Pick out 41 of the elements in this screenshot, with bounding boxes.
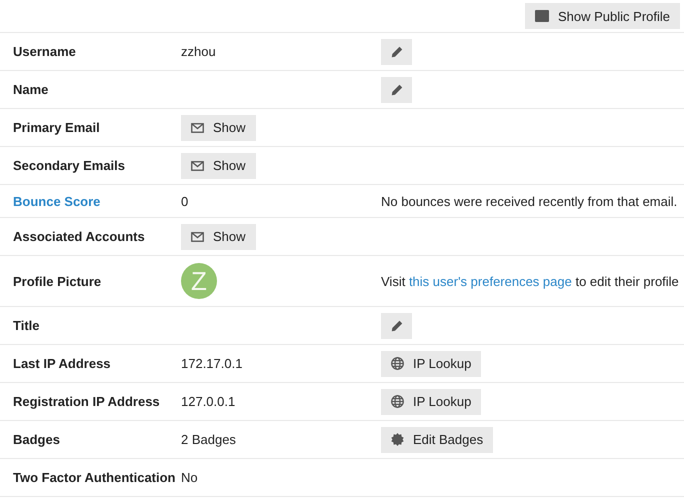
pencil-icon [390,320,402,332]
field-label: Title [13,318,40,333]
field-value: 127.0.0.1 [181,394,236,409]
field-value: 172.17.0.1 [181,356,242,371]
field-label: Username [13,44,76,59]
field-label: Secondary Emails [13,158,125,173]
edit-button[interactable] [381,312,412,338]
field-label: Registration IP Address [13,394,160,409]
field-value: zzhou [181,44,216,59]
envelope-icon [191,122,204,132]
show-button[interactable]: Show [181,114,256,140]
ip-lookup-button[interactable]: IP Lookup [381,388,482,414]
show-button[interactable]: Show [181,152,256,178]
show-public-profile-button[interactable]: Show Public Profile [525,3,680,29]
badge-icon [391,433,404,446]
globe-icon [391,357,404,370]
ip-lookup-button[interactable]: IP Lookup [381,350,482,376]
bounce-note: No bounces were received recently from that email. [381,194,678,208]
edit-button[interactable] [381,76,412,102]
field-label: Associated Accounts [13,229,145,244]
field-label: Two Factor Authentication [13,470,176,485]
field-label: Primary Email [13,120,100,135]
field-value: 2 Badges [181,432,236,447]
envelope-icon [191,232,204,242]
field-label: Last IP Address [13,356,111,371]
preferences-link[interactable]: this user's preferences page [408,274,572,288]
envelope-icon [191,160,204,170]
field-label: Name [13,82,48,97]
field-label: Badges [13,432,60,447]
edit-button[interactable] [381,38,412,64]
field-value: 0 [181,194,188,208]
field-value: No [181,470,198,485]
pencil-icon [390,46,402,58]
avatar: Z [181,263,217,299]
edit-badges-button[interactable]: Edit Badges [381,426,494,452]
profile-picture-note: Visit this user's preferences page to edit their profile [381,274,679,288]
show-button[interactable]: Show [181,224,256,250]
field-label-link[interactable]: Bounce Score [13,194,100,208]
globe-icon [391,395,404,408]
pencil-icon [390,84,402,96]
field-label: Profile Picture [13,274,102,288]
